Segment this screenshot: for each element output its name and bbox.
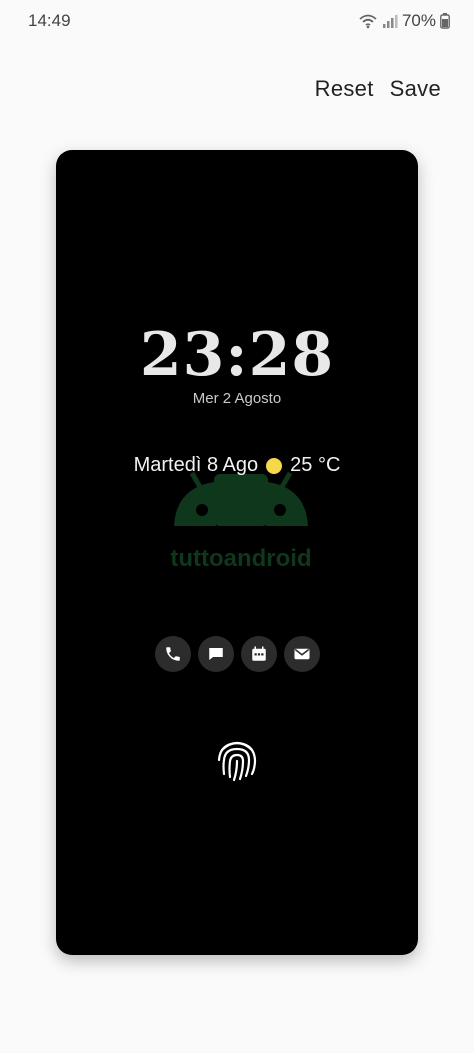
action-bar: Reset Save [315,76,441,102]
phone-icon[interactable] [154,636,191,672]
status-icons: 70% [358,11,450,31]
watermark-text: tuttoandroid [170,545,311,572]
status-time: 14:49 [28,11,71,30]
message-icon[interactable] [197,636,234,672]
battery-percent: 70% [401,11,436,30]
email-icon[interactable] [283,636,320,672]
weather-date: Martedì 8 Ago [133,454,259,476]
save-button[interactable]: Save [390,76,441,102]
calendar-icon[interactable] [240,636,277,672]
watermark-logo: tuttoandroid [170,471,312,572]
temperature: 25 °C [290,454,341,476]
signal-icon [382,13,398,29]
sun-icon [266,457,283,474]
clock-date: Mer 2 Agosto [192,390,282,407]
wifi-icon [358,13,378,29]
lockscreen-preview[interactable]: tuttoandroid 23:28 Mer 2 Agosto Martedì … [56,150,418,955]
status-bar: 14:49 70% [0,0,474,44]
clock: 23:28 [139,320,335,390]
weather-widget: Martedì 8 Ago 25 °C [56,454,418,477]
reset-button[interactable]: Reset [315,76,374,102]
notification-icons [56,636,418,672]
battery-icon [440,13,450,29]
fingerprint-icon[interactable] [214,736,260,782]
